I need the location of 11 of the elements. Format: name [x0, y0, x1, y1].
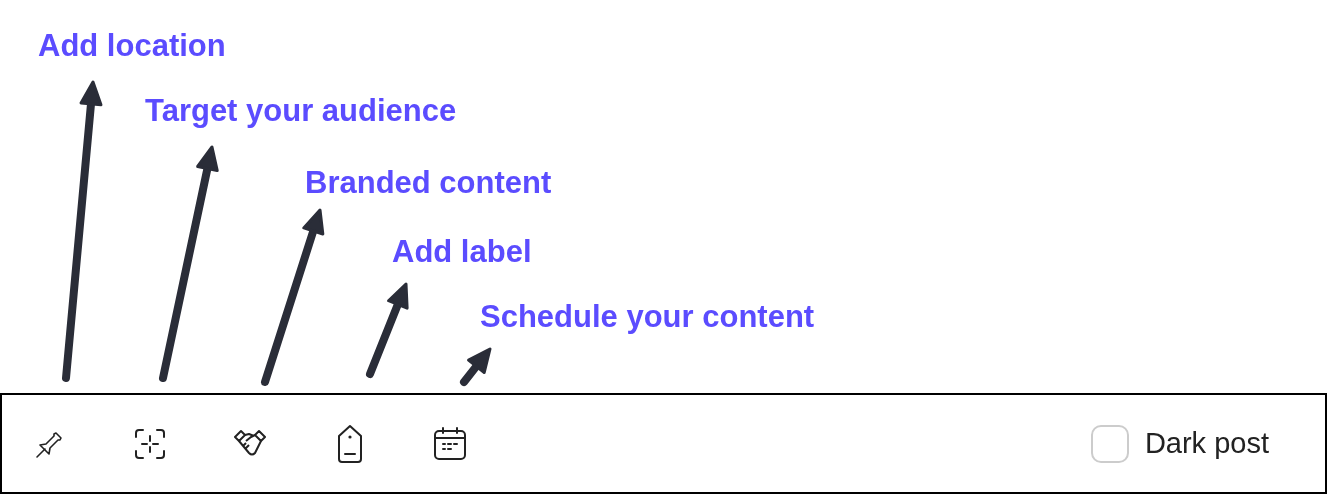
annotation-label: Schedule your content	[480, 299, 815, 335]
checkbox[interactable]	[1090, 424, 1129, 463]
annotation-label: Add label	[392, 234, 532, 270]
annotation-label: Target your audience	[145, 93, 457, 129]
checkbox-label: Dark post	[1144, 427, 1269, 460]
annotation-label: Add location	[38, 28, 226, 64]
calendar-icon	[432, 425, 468, 462]
target-icon	[133, 426, 167, 461]
arrow	[460, 347, 492, 386]
annotation-label: Branded content	[305, 165, 552, 201]
tag-icon	[335, 423, 365, 464]
